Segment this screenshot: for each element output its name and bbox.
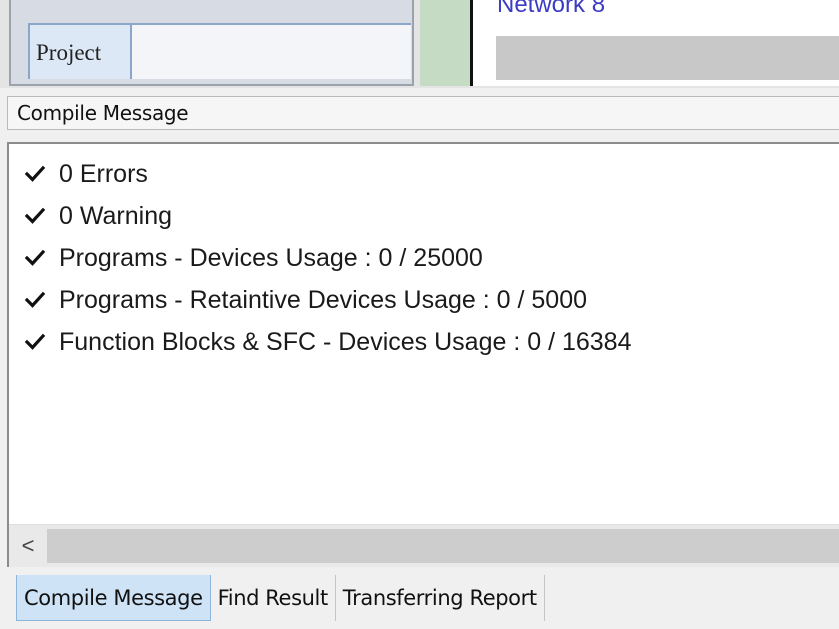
bottom-tab-bar: Compile Message Find Result Transferring… [16,575,545,621]
tab-bar-empty [663,575,839,621]
list-item[interactable]: Function Blocks & SFC - Devices Usage : … [23,326,631,368]
editor-area[interactable]: Network 8 [473,0,839,86]
network-label: Network 8 [497,0,606,18]
scroll-left-button[interactable]: < [11,525,45,567]
scrollbar-thumb[interactable] [47,529,839,563]
check-icon [23,242,49,274]
message-list: 0 Errors 0 Warning Programs - Devices Us… [23,158,631,368]
project-tab-strip [132,23,411,79]
tab-compile-message[interactable]: Compile Message [16,575,211,621]
message-text: Programs - Retaintive Devices Usage : 0 … [59,286,588,314]
list-item[interactable]: Programs - Devices Usage : 0 / 25000 [23,242,631,284]
check-icon [23,158,49,190]
list-item[interactable]: 0 Warning [23,200,631,242]
list-item[interactable]: Programs - Retaintive Devices Usage : 0 … [23,284,631,326]
list-item[interactable]: 0 Errors [23,158,631,200]
check-icon [23,284,49,316]
tab-transferring-report[interactable]: Transferring Report [335,575,545,621]
panel-title: Compile Message [7,96,839,130]
message-text: Function Blocks & SFC - Devices Usage : … [59,328,632,356]
horizontal-scrollbar[interactable]: < [9,524,839,567]
top-area: Project Network 8 [0,0,839,88]
tab-find-result[interactable]: Find Result [210,575,336,621]
editor-rail [420,0,470,86]
check-icon [23,326,49,358]
tab-project[interactable]: Project [28,23,132,79]
message-text: 0 Warning [59,202,173,230]
message-text: Programs - Devices Usage : 0 / 25000 [59,244,483,272]
check-icon [23,200,49,232]
compile-message-list[interactable]: 0 Errors 0 Warning Programs - Devices Us… [7,142,839,567]
network-bar[interactable] [496,36,839,80]
message-text: 0 Errors [59,160,148,188]
